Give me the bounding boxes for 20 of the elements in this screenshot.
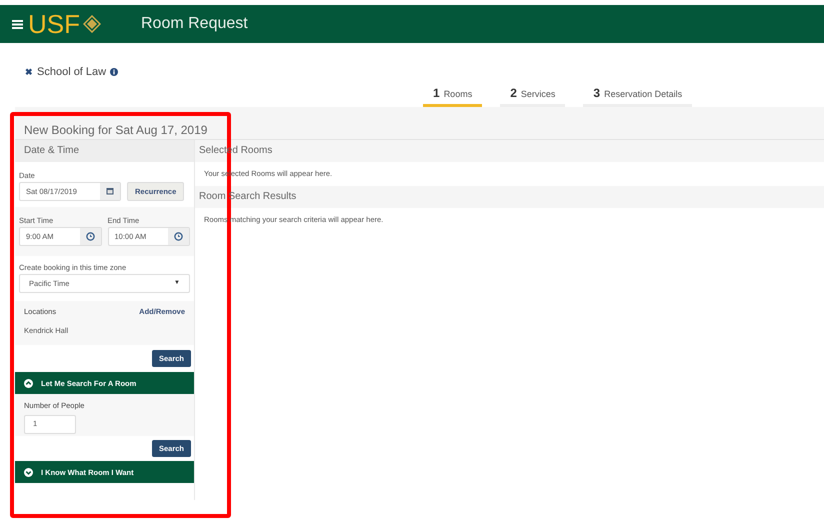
step-number: 1 [433, 84, 440, 102]
logo-text: USF [28, 11, 80, 37]
calendar-icon [106, 187, 114, 196]
booking-title: New Booking for Sat Aug 17, 2019 [24, 122, 208, 136]
clock-icon [174, 232, 183, 241]
logo-emblem-icon [83, 15, 101, 33]
clock-icon [86, 232, 94, 241]
step-label: Reservation Details [604, 88, 682, 100]
step-number: 3 [593, 84, 600, 102]
chevron-down-icon [24, 468, 33, 477]
chevron-up-icon [24, 378, 33, 388]
step-number: 2 [510, 84, 517, 102]
menu-icon[interactable] [12, 18, 23, 30]
panel-title: Date & Time [24, 144, 80, 158]
template-name: School of Law [37, 65, 106, 80]
app-title: Room Request [141, 14, 248, 34]
step-label: Services [520, 88, 556, 100]
info-icon[interactable] [110, 68, 118, 76]
close-icon[interactable]: ✖ [25, 66, 33, 79]
step-label: Rooms [444, 88, 472, 100]
